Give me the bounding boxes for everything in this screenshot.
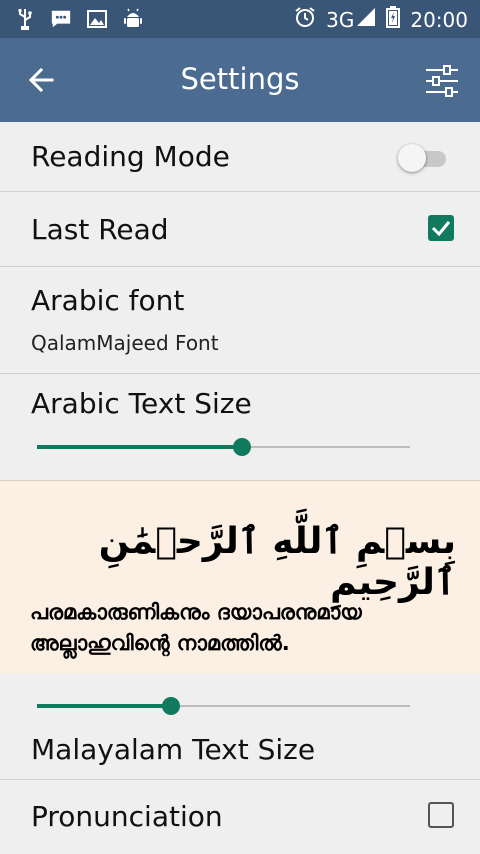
setting-arabic-font[interactable]: Arabic font QalamMajeed Font [0, 267, 480, 374]
app-toolbar: Settings [0, 38, 480, 122]
pronunciation-label: Pronunciation [31, 800, 223, 833]
malayalam-preview-text: പരമകാരുണികനും ദയാപരനുമായ അല്ലാഹുവിന്റെ ന… [30, 600, 362, 655]
signal-icon [356, 7, 376, 32]
slider-thumb[interactable] [162, 697, 181, 715]
slider-fill [37, 704, 172, 708]
setting-arabic-text-size: Arabic Text Size [0, 374, 480, 480]
arabic-text-size-slider[interactable] [37, 437, 410, 457]
battery-icon [386, 6, 401, 33]
reading-mode-label: Reading Mode [31, 140, 230, 173]
arabic-font-label: Arabic font [31, 284, 185, 317]
toggle-thumb [398, 144, 426, 172]
alarm-icon [294, 6, 316, 33]
slider-thumb[interactable] [233, 438, 252, 456]
network-type: 3G [326, 7, 355, 32]
slider-fill [37, 445, 243, 449]
notification-icons [14, 8, 144, 30]
reading-mode-toggle[interactable] [398, 144, 450, 172]
setting-malayalam-text-size: Malayalam Text Size [0, 673, 480, 780]
clock: 20:00 [410, 7, 468, 32]
android-icon [122, 8, 144, 30]
status-bar: 3G 20:00 [0, 0, 480, 38]
last-read-label: Last Read [31, 213, 169, 246]
checkmark-icon [431, 221, 451, 237]
arabic-text-size-label: Arabic Text Size [31, 387, 252, 420]
last-read-checkbox[interactable] [428, 215, 454, 241]
malayalam-text-size-label: Malayalam Text Size [31, 733, 316, 766]
text-preview: بِسۡمِ ٱللَّهِ ٱلرَّحۡمَٰنِ ٱلرَّحِيمِ പ… [0, 480, 480, 674]
tune-settings-icon[interactable] [424, 64, 460, 98]
setting-pronunciation[interactable]: Pronunciation [0, 780, 480, 854]
arabic-preview-text: بِسۡمِ ٱللَّهِ ٱلرَّحۡمَٰنِ ٱلرَّحِيمِ [98, 521, 456, 603]
setting-reading-mode[interactable]: Reading Mode [0, 122, 480, 192]
image-icon [86, 8, 108, 30]
malayalam-text-size-slider[interactable] [37, 696, 410, 716]
system-status: 3G 20:00 [294, 6, 468, 33]
usb-icon [14, 8, 36, 30]
arabic-font-value: QalamMajeed Font [31, 331, 219, 355]
page-title: Settings [180, 62, 300, 96]
pronunciation-checkbox[interactable] [428, 802, 454, 828]
chat-message-icon [50, 8, 72, 30]
setting-last-read[interactable]: Last Read [0, 192, 480, 267]
